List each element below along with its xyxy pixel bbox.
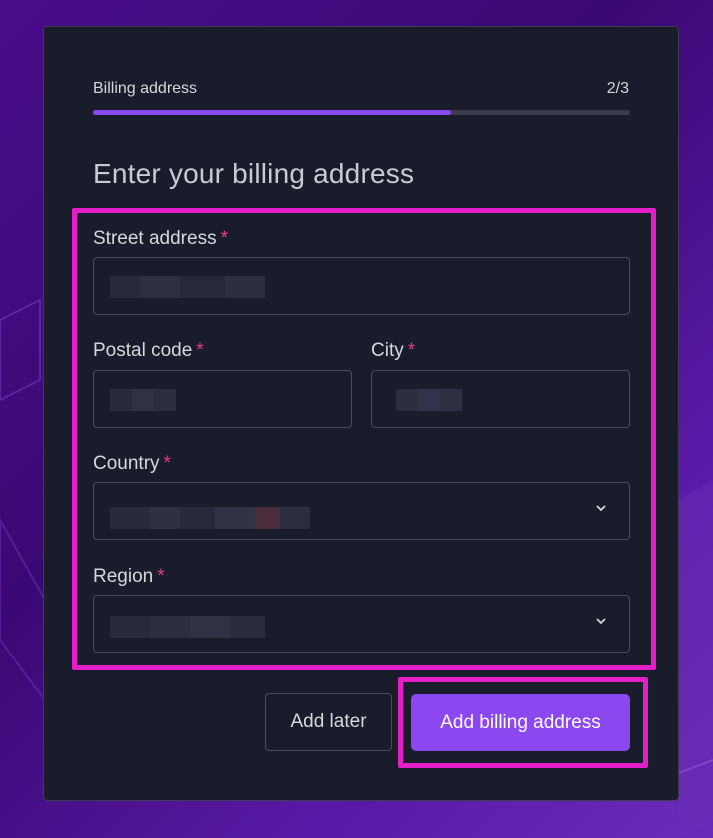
city-label: City * xyxy=(371,340,415,362)
redacted-value xyxy=(396,389,462,411)
redacted-value xyxy=(110,507,310,529)
chevron-down-icon xyxy=(593,501,609,517)
street-address-label: Street address * xyxy=(93,228,228,250)
required-mark: * xyxy=(163,453,171,474)
postal-code-label-text: Postal code xyxy=(93,340,193,361)
country-label: Country * xyxy=(93,453,171,475)
add-billing-address-button[interactable]: Add billing address xyxy=(411,694,630,751)
region-label-text: Region xyxy=(93,566,154,587)
redacted-value xyxy=(110,276,265,298)
country-select[interactable] xyxy=(93,482,630,540)
country-label-text: Country xyxy=(93,453,160,474)
page-title: Enter your billing address xyxy=(93,158,415,189)
required-mark: * xyxy=(196,340,204,361)
region-label: Region * xyxy=(93,566,165,588)
progress-bar xyxy=(93,110,630,115)
redacted-value xyxy=(110,389,176,411)
progress-label: Billing address xyxy=(93,80,198,97)
required-mark: * xyxy=(157,566,165,587)
city-label-text: City xyxy=(371,340,404,361)
required-mark: * xyxy=(220,228,228,249)
progress-bar-fill xyxy=(93,110,452,115)
street-address-input[interactable] xyxy=(93,257,630,315)
region-select[interactable] xyxy=(93,595,630,653)
redacted-value xyxy=(110,616,265,638)
street-address-label-text: Street address xyxy=(93,228,217,249)
progress-step-count: 2/3 xyxy=(606,80,629,97)
chevron-down-icon xyxy=(593,614,609,630)
city-input[interactable] xyxy=(371,370,630,428)
required-mark: * xyxy=(407,340,416,361)
postal-code-label: Postal code * xyxy=(93,340,204,362)
postal-code-input[interactable] xyxy=(93,370,352,428)
add-later-button[interactable]: Add later xyxy=(265,693,392,751)
